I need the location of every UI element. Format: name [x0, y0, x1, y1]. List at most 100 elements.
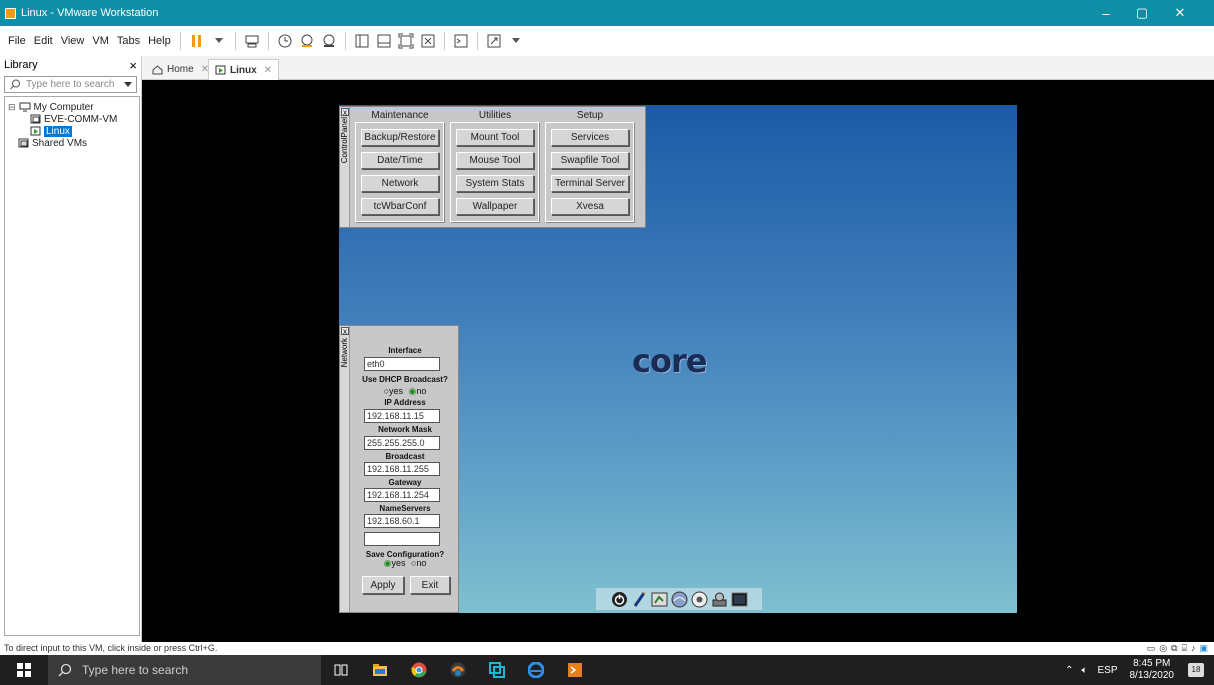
apply-button[interactable]: Apply: [362, 576, 404, 594]
exit-button[interactable]: Exit: [410, 576, 450, 594]
toolbar-separator: [443, 32, 445, 50]
tree-item-linux[interactable]: Linux: [8, 125, 136, 137]
stretch-guest-icon[interactable]: [486, 33, 502, 49]
volume-icon[interactable]: 🔈︎: [1081, 665, 1087, 676]
toolbar-separator: [179, 32, 181, 50]
menu-file[interactable]: File: [4, 35, 30, 47]
nameserver-1-field[interactable]: 192.168.60.1: [364, 514, 440, 528]
system-stats-button[interactable]: System Stats: [456, 175, 534, 192]
taskbar-search-input[interactable]: Type here to search: [48, 655, 321, 685]
broadcast-field[interactable]: 192.168.11.255: [364, 462, 440, 476]
vmware-window: Linux - VMware Workstation – ▢ ✕ File Ed…: [0, 0, 1214, 685]
maximize-button[interactable]: ▢: [1124, 0, 1160, 26]
tab-linux[interactable]: Linux ✕: [208, 59, 280, 80]
network-mask-label: Network Mask: [378, 425, 432, 434]
power-icon[interactable]: [611, 591, 628, 608]
chevron-down-icon[interactable]: [508, 33, 524, 49]
library-close-button[interactable]: ×: [129, 58, 137, 73]
console-view-icon[interactable]: [453, 33, 469, 49]
task-view-icon[interactable]: [333, 662, 349, 678]
apps-icon[interactable]: [671, 591, 688, 608]
xvesa-button[interactable]: Xvesa: [551, 198, 629, 215]
save-radio-group: ◉yes ○no: [354, 558, 456, 569]
show-hidden-icons-icon[interactable]: ⌃: [1065, 665, 1073, 676]
edge-icon[interactable]: [527, 661, 545, 679]
gateway-field[interactable]: 192.168.11.254: [364, 488, 440, 502]
library-panel: Library × Type here to search ⊟ My Compu…: [0, 56, 142, 642]
show-library-icon[interactable]: [354, 33, 370, 49]
tab-linux-close-icon[interactable]: ✕: [264, 65, 272, 76]
windows-start-icon[interactable]: [16, 662, 32, 678]
network-window: x Network Interface eth0 Use DHCP Broadc…: [339, 325, 459, 613]
close-icon[interactable]: x: [341, 327, 349, 336]
message-icon[interactable]: ▣: [1199, 642, 1208, 655]
thumbnail-bar-icon[interactable]: [376, 33, 392, 49]
powershell-icon[interactable]: [567, 662, 583, 678]
network-adapter-icon[interactable]: ⧉: [1171, 642, 1177, 655]
mount-tool-icon[interactable]: [711, 591, 728, 608]
menu-vm[interactable]: VM: [88, 35, 113, 47]
mouse-tool-button[interactable]: Mouse Tool: [456, 152, 534, 169]
sound-icon[interactable]: ♪: [1191, 642, 1196, 655]
window-title: Linux - VMware Workstation: [21, 7, 159, 19]
control-panel-icon[interactable]: [651, 591, 668, 608]
backup-restore-button[interactable]: Backup/Restore: [361, 129, 439, 146]
revert-snapshot-icon[interactable]: [299, 33, 315, 49]
toolbar-separator: [234, 32, 236, 50]
mount-tool-button[interactable]: Mount Tool: [456, 129, 534, 146]
hard-disk-icon[interactable]: ▭: [1147, 642, 1156, 655]
clock[interactable]: 8:45 PM 8/13/2020: [1130, 658, 1175, 682]
chrome-icon[interactable]: [411, 662, 427, 678]
full-screen-icon[interactable]: [398, 33, 414, 49]
editor-pen-icon[interactable]: [631, 591, 648, 608]
interface-field[interactable]: eth0: [364, 357, 440, 371]
close-icon[interactable]: x: [341, 108, 349, 117]
unity-icon[interactable]: [420, 33, 436, 49]
services-button[interactable]: Services: [551, 129, 629, 146]
send-keys-icon[interactable]: [244, 33, 260, 49]
tree-item-eve-comm-vm[interactable]: EVE-COMM-VM: [8, 113, 136, 125]
gateway-label: Gateway: [388, 478, 422, 487]
network-mask-field[interactable]: 255.255.255.0: [364, 436, 440, 450]
tcwbarconf-button[interactable]: tcWbarConf: [361, 198, 439, 215]
terminal-server-button[interactable]: Terminal Server: [551, 175, 629, 192]
control-panel-titlebar[interactable]: x ControlPanel: [340, 107, 350, 227]
network-titlebar[interactable]: x Network: [340, 326, 350, 612]
snapshot-manager-icon[interactable]: [321, 33, 337, 49]
app-icon[interactable]: [450, 662, 466, 678]
settings-icon[interactable]: [691, 591, 708, 608]
wallpaper-button[interactable]: Wallpaper: [456, 198, 534, 215]
file-explorer-icon[interactable]: [372, 662, 388, 678]
save-no-label: no: [416, 558, 427, 568]
network-button[interactable]: Network: [361, 175, 439, 192]
vmware-taskbar-icon[interactable]: [489, 662, 505, 678]
ip-address-field[interactable]: 192.168.11.15: [364, 409, 440, 423]
collapse-icon[interactable]: ⊟: [8, 102, 16, 113]
menu-edit[interactable]: Edit: [30, 35, 57, 47]
usb-icon[interactable]: ⌸: [1182, 642, 1187, 655]
menu-view[interactable]: View: [57, 35, 89, 47]
language-indicator[interactable]: ESP: [1097, 665, 1117, 676]
tree-item-my-computer[interactable]: ⊟ My Computer: [8, 101, 136, 113]
close-button[interactable]: ✕: [1162, 0, 1198, 26]
terminal-icon[interactable]: [731, 591, 748, 608]
chevron-down-icon[interactable]: [211, 33, 227, 49]
windows-taskbar: Type here to search ⌃ 🔈︎ ESP 8:45 PM 8/1…: [0, 655, 1214, 685]
menu-help[interactable]: Help: [144, 35, 175, 47]
minimize-button[interactable]: –: [1088, 0, 1124, 26]
menu-tabs[interactable]: Tabs: [113, 35, 144, 47]
chevron-down-icon[interactable]: [124, 82, 132, 88]
cd-rom-icon[interactable]: ◎: [1159, 642, 1167, 655]
notification-center-icon[interactable]: 18: [1188, 663, 1204, 677]
nameserver-2-field[interactable]: [364, 532, 440, 546]
tree-item-shared-vms[interactable]: Shared VMs: [8, 137, 136, 149]
snapshot-icon[interactable]: [277, 33, 293, 49]
pause-icon[interactable]: [189, 33, 205, 49]
swapfile-tool-button[interactable]: Swapfile Tool: [551, 152, 629, 169]
library-header: Library ×: [0, 56, 141, 74]
library-search-input[interactable]: Type here to search: [4, 76, 137, 93]
date-time-button[interactable]: Date/Time: [361, 152, 439, 169]
toolbar-separator: [267, 32, 269, 50]
tab-home[interactable]: Home ✕: [146, 59, 215, 80]
system-tray: ⌃ 🔈︎ ESP 8:45 PM 8/13/2020 18: [1065, 655, 1214, 685]
